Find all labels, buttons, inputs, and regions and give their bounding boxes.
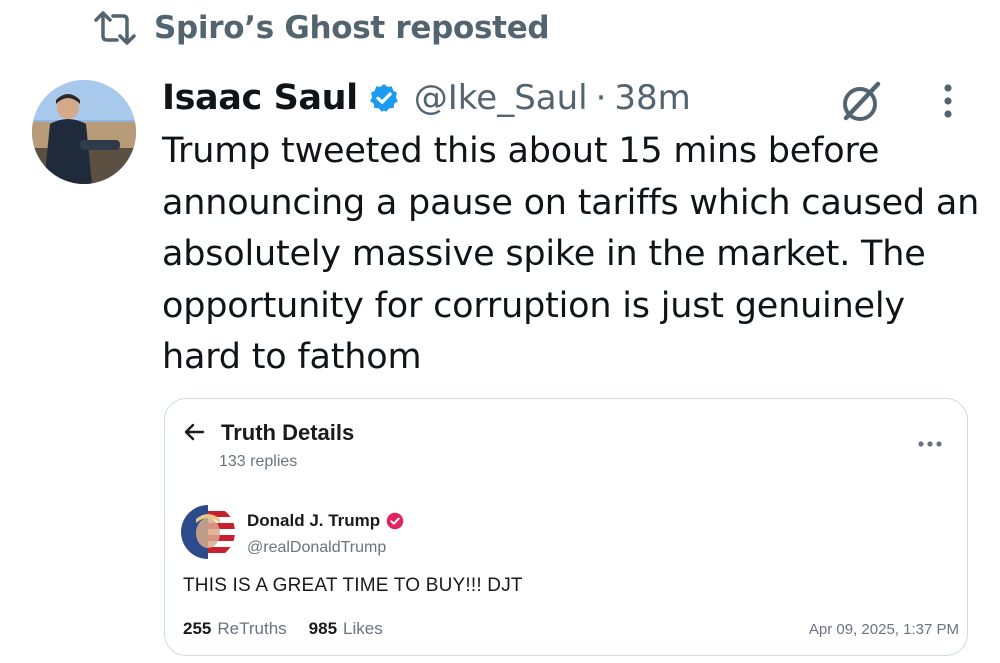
truth-stats: 255 ReTruths 985 Likes xyxy=(183,619,383,639)
verified-badge-icon[interactable] xyxy=(368,81,402,115)
likes-count: 985 xyxy=(308,619,338,638)
repost-indicator: Spiro’s Ghost reposted xyxy=(92,8,550,48)
replies-count: 133 replies xyxy=(219,453,298,470)
author-handle[interactable]: @Ike_Saul xyxy=(414,78,588,118)
card-title: Truth Details xyxy=(221,420,355,445)
tweet-text: Trump tweeted this about 15 mins before … xyxy=(162,131,980,377)
repost-icon xyxy=(92,8,138,48)
truth-post-date: Apr 09, 2025, 1:37 PM xyxy=(808,621,959,638)
grok-icon[interactable] xyxy=(838,78,886,126)
author-avatar[interactable] xyxy=(32,80,136,184)
quoted-screenshot-card[interactable]: Truth Details 133 replies Donald J. Trum… xyxy=(164,398,968,656)
more-vertical-icon[interactable] xyxy=(936,82,960,122)
tweet-header: Isaac Saul @Ike_Saul · 38m xyxy=(162,74,691,122)
truth-post-text: THIS IS A GREAT TIME TO BUY!!! DJT xyxy=(183,575,523,596)
truth-verified-icon xyxy=(386,512,404,530)
repost-label[interactable]: Spiro’s Ghost reposted xyxy=(154,10,550,46)
truth-author-avatar xyxy=(181,505,235,559)
retruths-count: 255 xyxy=(183,619,212,638)
author-name[interactable]: Isaac Saul xyxy=(162,78,358,118)
arrow-left-icon xyxy=(183,421,205,443)
truth-author-name: Donald J. Trump xyxy=(247,511,381,530)
tweet-timestamp[interactable]: 38m xyxy=(614,78,690,118)
more-horizontal-icon xyxy=(917,433,943,447)
truth-author-handle: @realDonaldTrump xyxy=(247,539,387,556)
separator-dot: · xyxy=(595,78,607,118)
tweet-page: Spiro’s Ghost reposted Isaac Saul @Ike_S… xyxy=(0,0,1000,663)
retruths-label: ReTruths xyxy=(217,619,287,638)
truth-author-row: Donald J. Trump xyxy=(247,511,404,531)
likes-label: Likes xyxy=(343,619,383,638)
